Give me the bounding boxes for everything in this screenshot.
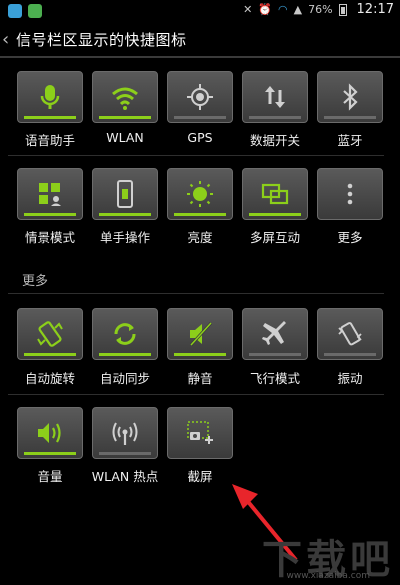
watermark-url: www.xiazaiba.com xyxy=(286,571,370,581)
annotation-arrow xyxy=(232,484,298,562)
